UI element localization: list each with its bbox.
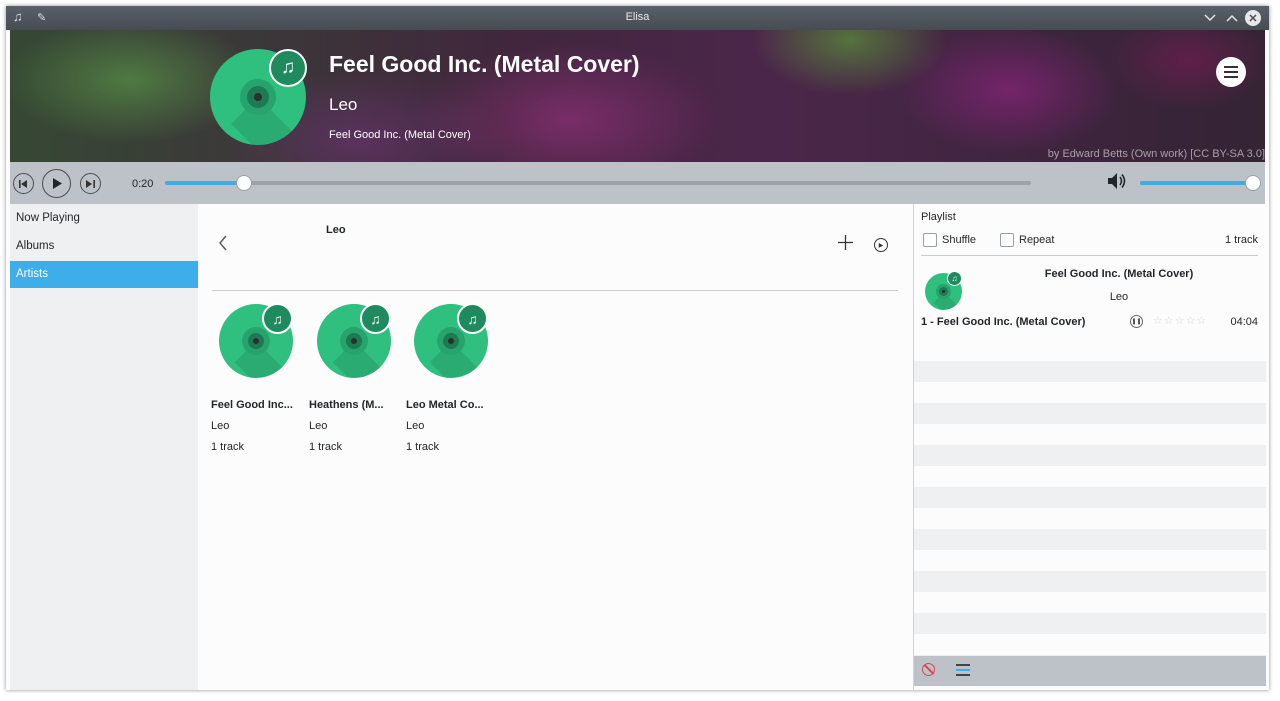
previous-icon[interactable] bbox=[13, 173, 34, 194]
music-note-icon: ♫ bbox=[262, 303, 293, 334]
add-icon[interactable] bbox=[838, 234, 853, 256]
shuffle-checkbox[interactable]: Shuffle bbox=[923, 233, 976, 247]
window-title: Elisa bbox=[625, 11, 650, 23]
album-track-count: 1 track bbox=[406, 441, 440, 453]
playlist-track-entry[interactable]: 1 - Feel Good Inc. (Metal Cover) bbox=[921, 316, 1085, 328]
track-title: Feel Good Inc. (Metal Cover) bbox=[329, 51, 640, 77]
music-note-icon: ♫ bbox=[947, 271, 962, 286]
album-artist: Leo bbox=[309, 420, 328, 432]
now-playing-header: ♫ Feel Good Inc. (Metal Cover) Leo Feel … bbox=[10, 30, 1265, 162]
album-artist: Leo bbox=[211, 420, 230, 432]
album-track-count: 1 track bbox=[309, 441, 343, 453]
music-note-icon: ♫ bbox=[269, 49, 307, 87]
playlist-panel: Playlist Shuffle Repeat 1 track ♫ Feel G… bbox=[913, 204, 1266, 690]
repeat-label: Repeat bbox=[1019, 234, 1055, 246]
track-artist: Leo bbox=[329, 95, 358, 114]
navigation-sidebar: Now Playing Albums Artists bbox=[10, 204, 198, 690]
play-circle-icon[interactable]: ▶ bbox=[874, 238, 888, 252]
pause-icon[interactable]: ❚❚ bbox=[1130, 315, 1143, 328]
close-icon[interactable]: ✕ bbox=[1245, 10, 1261, 26]
header-background bbox=[10, 30, 1265, 162]
seek-progress bbox=[165, 181, 243, 185]
seek-slider[interactable] bbox=[165, 175, 1031, 191]
shuffle-label: Shuffle bbox=[942, 234, 977, 246]
playlist-heading: Playlist bbox=[921, 211, 956, 223]
track-album: Feel Good Inc. (Metal Cover) bbox=[329, 129, 471, 141]
playlist-current-artist: Leo bbox=[1109, 291, 1129, 303]
album-track-count: 1 track bbox=[211, 441, 245, 453]
background-credit: by Edward Betts (Own work) [CC BY-SA 3.0… bbox=[1047, 148, 1265, 160]
playlist-track-count: 1 track bbox=[1224, 234, 1258, 246]
volume-slider[interactable] bbox=[1140, 175, 1261, 191]
transport-bar: 0:20 bbox=[10, 162, 1265, 204]
playlist-footer bbox=[914, 656, 1266, 686]
checkbox-box[interactable] bbox=[923, 233, 937, 247]
next-icon[interactable] bbox=[80, 173, 101, 194]
track-duration: 04:04 bbox=[1230, 316, 1258, 328]
repeat-checkbox[interactable]: Repeat bbox=[1000, 233, 1054, 247]
star-icon[interactable]: ☆☆☆☆☆ bbox=[1153, 314, 1207, 327]
seek-handle[interactable] bbox=[235, 175, 252, 191]
artist-title: Leo bbox=[326, 224, 346, 236]
album-artist: Leo bbox=[406, 420, 425, 432]
checkbox-box[interactable] bbox=[1000, 233, 1014, 247]
playlist-divider bbox=[921, 255, 1258, 256]
artist-view: Leo ▶ ♫ Feel Good Inc... Leo 1 track ♫ H… bbox=[198, 204, 912, 690]
minimize-icon[interactable] bbox=[1202, 10, 1218, 26]
play-icon[interactable] bbox=[42, 169, 71, 198]
content-divider bbox=[212, 290, 898, 291]
album-name: Heathens (M... bbox=[309, 399, 384, 411]
sidebar-item-artists[interactable]: Artists bbox=[10, 261, 198, 288]
maximize-icon[interactable] bbox=[1224, 10, 1240, 26]
volume-icon[interactable] bbox=[1107, 172, 1127, 195]
music-note-icon: ♫ bbox=[360, 303, 391, 334]
playlist-current-title: Feel Good Inc. (Metal Cover) bbox=[1044, 268, 1194, 280]
music-note-icon: ♫ bbox=[457, 303, 488, 334]
playlist-empty-rows bbox=[914, 340, 1266, 656]
clear-playlist-icon[interactable] bbox=[922, 663, 935, 676]
volume-handle[interactable] bbox=[1245, 175, 1261, 191]
sidebar-item-albums[interactable]: Albums bbox=[10, 233, 198, 260]
album-name: Feel Good Inc... bbox=[211, 399, 293, 411]
elisa-window: ♫ ✎ Elisa ✕ ♫ Feel Good Inc. (Metal Cove… bbox=[6, 6, 1269, 690]
hamburger-menu-icon[interactable] bbox=[1216, 57, 1246, 87]
sidebar-item-now-playing[interactable]: Now Playing bbox=[10, 205, 198, 232]
album-name: Leo Metal Co... bbox=[406, 399, 484, 411]
elapsed-time: 0:20 bbox=[132, 178, 154, 190]
back-arrow-icon[interactable] bbox=[218, 235, 228, 256]
show-playing-track-icon[interactable] bbox=[956, 664, 970, 677]
volume-level bbox=[1140, 181, 1252, 185]
title-bar: ♫ ✎ Elisa ✕ bbox=[6, 6, 1269, 30]
